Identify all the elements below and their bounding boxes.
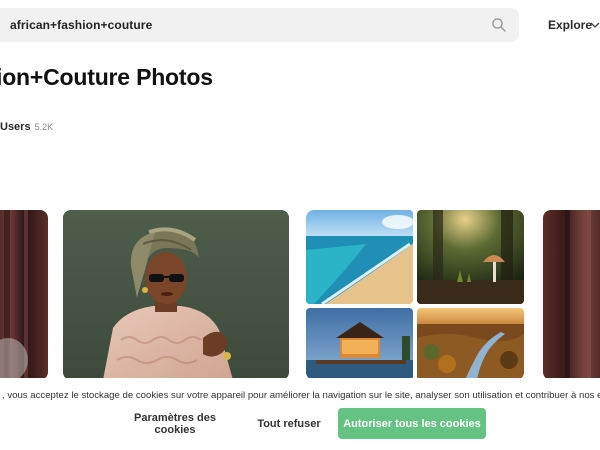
photo-curtain-right	[543, 210, 600, 380]
filter-users[interactable]: Users 5.2K	[0, 121, 53, 133]
photo-beach	[306, 210, 413, 304]
photo-woman-headwrap	[63, 210, 289, 380]
page-title: ion+Couture Photos	[0, 64, 213, 90]
top-bar: african+fashion+couture Explore	[0, 0, 600, 50]
search-input[interactable]: african+fashion+couture	[10, 18, 152, 32]
photo-curtain-left	[0, 210, 48, 380]
cookie-message: , vous acceptez le stockage de cookies s…	[2, 390, 600, 401]
photo-pier-sunset	[306, 308, 413, 380]
chevron-down-icon[interactable]	[590, 20, 600, 30]
accept-all-cookies-button[interactable]: Autoriser tous les cookies	[338, 408, 486, 439]
filter-count: 5.2K	[34, 122, 54, 132]
collage-tile-beach[interactable]	[306, 210, 413, 304]
photo-river-forest	[417, 308, 524, 380]
photo-collage-card[interactable]	[306, 210, 524, 380]
collage-tile-pier[interactable]	[306, 308, 413, 380]
cookie-settings-button[interactable]: Paramètres des cookies	[113, 411, 237, 437]
collage-tile-forest-mushroom[interactable]	[417, 210, 524, 304]
photo-forest-mushroom	[417, 210, 524, 304]
photo-card[interactable]	[0, 210, 48, 380]
photo-card[interactable]	[543, 210, 600, 380]
photo-card[interactable]	[63, 210, 289, 380]
explore-menu[interactable]: Explore	[548, 18, 592, 32]
search-icon[interactable]	[491, 17, 507, 33]
search-box[interactable]: african+fashion+couture	[0, 8, 519, 42]
collage-tile-river[interactable]	[417, 308, 524, 380]
refuse-all-button[interactable]: Tout refuser	[252, 411, 326, 437]
filter-label: Users	[0, 121, 31, 133]
